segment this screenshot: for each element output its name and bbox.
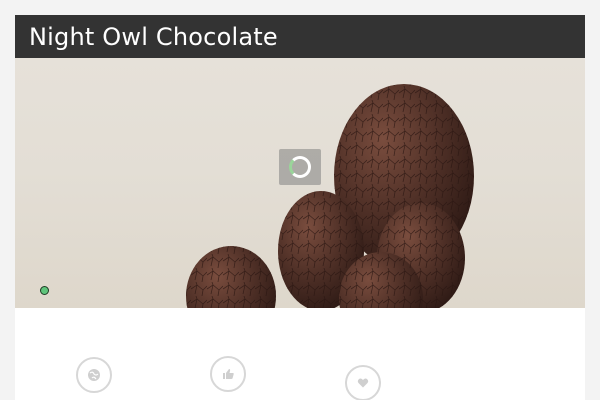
site-header: Night Owl Chocolate <box>15 15 585 58</box>
loading-indicator <box>279 149 321 185</box>
hero-slider[interactable] <box>15 58 585 308</box>
main-card: Night Owl Chocolate <box>15 15 585 400</box>
spinner-icon <box>289 156 311 178</box>
globe-icon[interactable] <box>76 357 112 393</box>
heart-icon[interactable] <box>345 365 381 400</box>
thumbs-up-icon[interactable] <box>210 356 246 392</box>
features-row <box>15 308 585 400</box>
site-title[interactable]: Night Owl Chocolate <box>29 23 278 51</box>
slider-dot-active[interactable] <box>40 286 49 295</box>
